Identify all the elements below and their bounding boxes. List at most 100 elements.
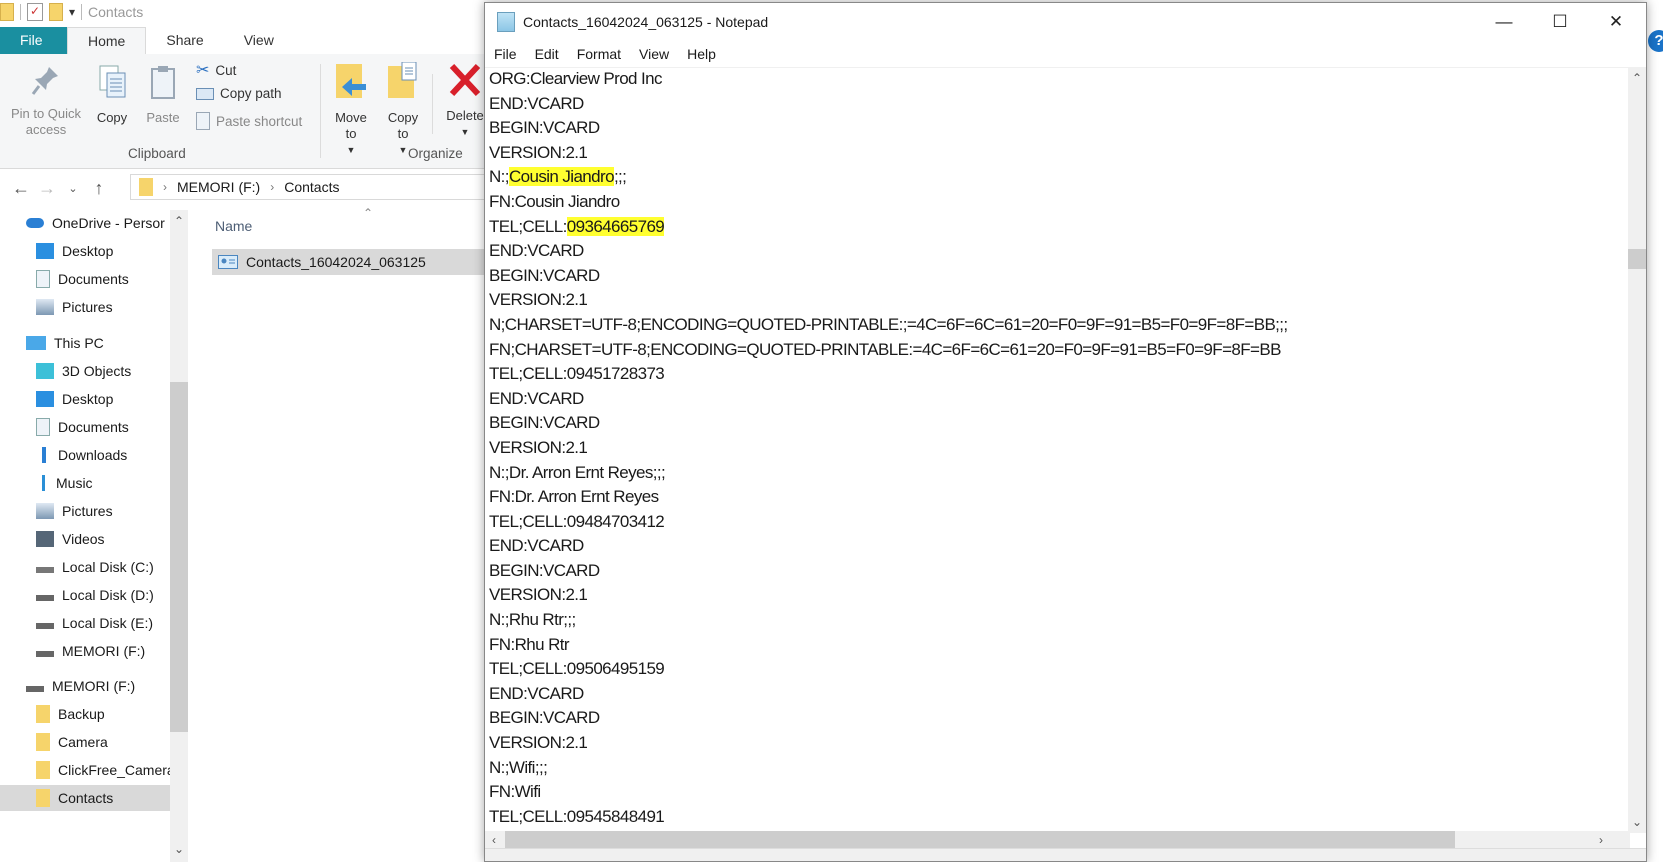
nav-item-music[interactable]: Music [0,470,170,496]
nav-item-local-disk-c[interactable]: Local Disk (C:) [0,554,170,580]
folder-icon [139,178,153,196]
text-line: BEGIN:VCARD [489,118,600,138]
paste-button[interactable]: Paste [142,64,184,126]
line-segment: TEL;CELL: [489,216,567,236]
nav-item-memori-f[interactable]: MEMORI (F:) [0,638,170,664]
divider [81,4,83,20]
nav-item-label: Backup [58,706,105,722]
customize-toolbar-icon[interactable]: ▾ [69,5,75,19]
nav-item-label: Videos [62,531,105,547]
tab-view[interactable]: View [224,27,294,54]
text-line: TEL;CELL:09364665769 [489,215,1629,240]
folder-icon [36,705,50,723]
scroll-down-icon[interactable]: ⌄ [170,840,188,858]
organize-group-label: Organize [408,146,463,161]
copy-icon [99,65,126,98]
chevron-right-icon[interactable]: › [270,180,274,194]
nav-item-memori-f[interactable]: MEMORI (F:) [0,673,170,699]
menu-view[interactable]: View [630,41,678,67]
menu-file[interactable]: File [485,41,526,67]
notepad-menu-bar: File Edit Format View Help [485,41,1646,68]
breadcrumb-folder[interactable]: Contacts [284,179,339,195]
new-folder-icon[interactable] [49,3,63,21]
breadcrumb-drive[interactable]: MEMORI (F:) [177,179,260,195]
notepad-title-bar[interactable]: Contacts_16042024_063125 - Notepad — ☐ ✕ [485,3,1646,41]
menu-edit[interactable]: Edit [526,41,568,67]
chevron-right-icon[interactable]: › [163,180,167,194]
nav-item-documents[interactable]: Documents [0,414,170,440]
move-to-button[interactable]: Move to ▼ [330,62,372,158]
minimize-button[interactable]: — [1476,3,1532,41]
navigation-pane-scrollbar[interactable]: ⌃ ⌄ [170,210,188,862]
up-button[interactable]: ↑ [86,178,112,199]
address-bar[interactable]: › MEMORI (F:) › Contacts [130,174,490,200]
scroll-left-icon[interactable]: ‹ [485,831,503,849]
copy-to-button[interactable]: Copy to ▼ [382,61,424,158]
copy-path-button[interactable]: Copy path [196,86,282,101]
maximize-button[interactable]: ☐ [1532,3,1588,41]
cloud-icon [26,218,44,228]
paste-shortcut-button[interactable]: Paste shortcut [196,112,302,130]
scrollbar-thumb[interactable] [505,831,1455,849]
text-line: BEGIN:VCARD [489,265,600,285]
nav-item-local-disk-e[interactable]: Local Disk (E:) [0,610,170,636]
horizontal-scrollbar[interactable]: ‹ › [485,831,1630,849]
scrollbar-thumb[interactable] [1628,249,1646,269]
notepad-icon [497,12,515,32]
file-row[interactable]: Contacts_16042024_063125 [212,249,492,275]
nav-item-desktop[interactable]: Desktop [0,386,170,412]
menu-format[interactable]: Format [568,41,630,67]
window-title: Contacts [88,4,144,20]
nav-item-videos[interactable]: Videos [0,526,170,552]
nav-item-this-pc[interactable]: This PC [0,330,170,356]
nav-item-3d-objects[interactable]: 3D Objects [0,358,170,384]
sort-ascending-icon: ⌃ [363,206,374,220]
nav-item-label: Desktop [62,243,114,259]
folder-icon [36,789,50,807]
navigation-pane: OneDrive - Persor Desktop Documents Picture… [0,210,170,862]
delete-button[interactable]: Delete ▼ [440,62,490,140]
back-button[interactable]: ← [8,178,34,199]
tab-home[interactable]: Home [67,27,147,54]
nav-item-pictures[interactable]: Pictures [0,498,170,524]
nav-item-label: This PC [54,335,104,351]
nav-item-backup[interactable]: Backup [0,701,170,727]
nav-item-desktop[interactable]: Desktop [0,238,170,264]
help-icon[interactable]: ? [1648,30,1663,52]
nav-item-label: MEMORI (F:) [52,678,136,694]
copy-button[interactable]: Copy [92,64,132,126]
scroll-up-icon[interactable]: ⌃ [170,212,188,230]
column-header-name[interactable]: Name [215,218,252,234]
scroll-up-icon[interactable]: ⌃ [1628,69,1646,87]
cut-button[interactable]: ✂ Cut [196,60,236,80]
nav-item-camera[interactable]: Camera [0,729,170,755]
nav-item-pictures[interactable]: Pictures [0,294,170,320]
scrollbar-thumb[interactable] [170,382,188,732]
desktop-icon [36,243,54,259]
tab-file[interactable]: File [0,27,67,54]
nav-item-clickfree-camera[interactable]: ClickFree_Camera [0,757,170,783]
scroll-right-icon[interactable]: › [1592,831,1610,849]
close-button[interactable]: ✕ [1588,3,1644,41]
tab-share[interactable]: Share [146,27,223,54]
nav-item-contacts[interactable]: Contacts [0,785,170,811]
videos-icon [36,531,54,547]
menu-help[interactable]: Help [678,41,725,67]
nav-item-local-disk-d[interactable]: Local Disk (D:) [0,582,170,608]
vertical-scrollbar[interactable]: ⌃ ⌄ [1628,67,1646,833]
nav-item-documents[interactable]: Documents [0,266,170,292]
nav-item-onedrive-persor[interactable]: OneDrive - Persor [0,210,170,236]
forward-button[interactable]: → [34,178,60,199]
pin-to-quick-access-button[interactable]: Pin to Quick access [6,64,86,138]
nav-item-label: Pictures [62,299,113,315]
nav-item-label: Local Disk (C:) [62,559,154,575]
nav-item-label: Contacts [58,790,114,806]
recent-locations-button[interactable]: ⌄ [60,182,86,195]
text-editor-area[interactable]: ORG:Clearview Prod Inc END:VCARD BEGIN:VCA… [489,67,1629,833]
scroll-down-icon[interactable]: ⌄ [1628,813,1646,831]
highlighted-text: Cousin Jiandro [508,167,615,187]
nav-item-downloads[interactable]: Downloads [0,442,170,468]
computer-icon [26,336,46,350]
properties-icon[interactable]: ✓ [27,3,43,21]
folder-icon[interactable] [0,3,14,21]
